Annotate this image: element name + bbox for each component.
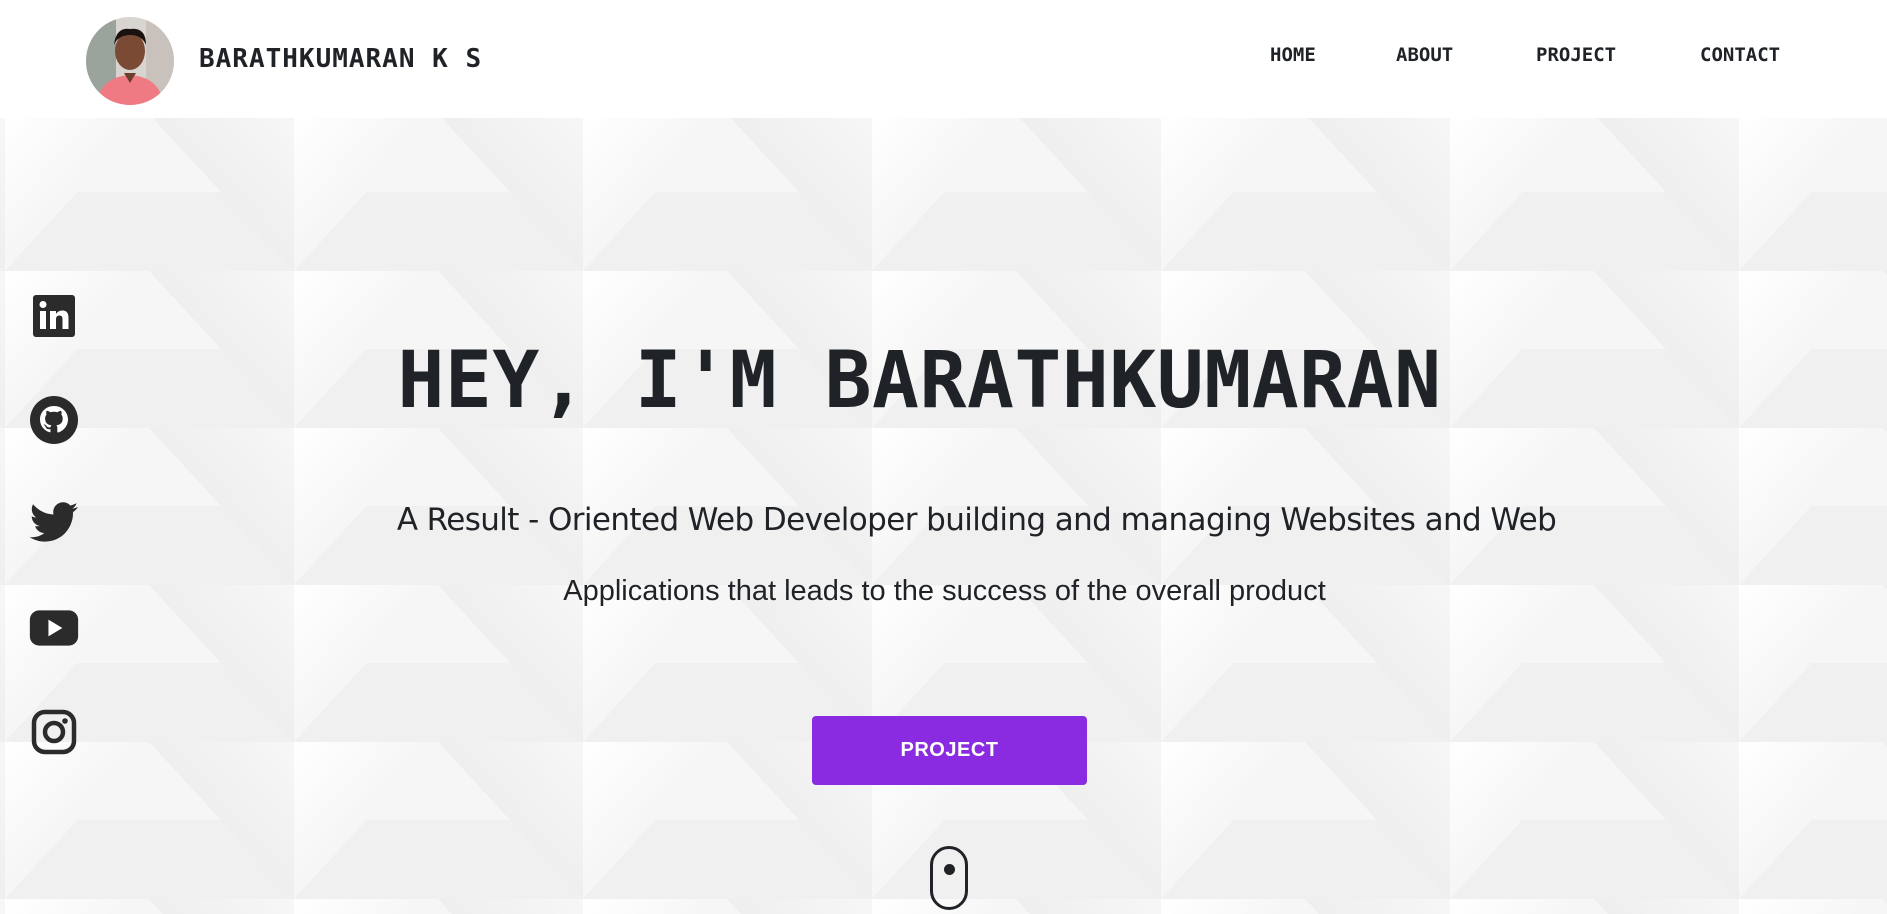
hero-section: HEY, I'M BARATHKUMARAN A Result - Orient… <box>0 118 1887 914</box>
nav-project[interactable]: PROJECT <box>1536 44 1616 66</box>
hero-headline: HEY, I'M BARATHKUMARAN <box>397 336 1442 426</box>
youtube-icon <box>29 610 79 646</box>
instagram-link[interactable] <box>28 706 80 758</box>
nav-about[interactable]: ABOUT <box>1396 44 1453 66</box>
hero-subtitle-line2: Applications that leads to the success o… <box>563 575 1326 607</box>
scroll-mouse-icon[interactable] <box>930 846 968 910</box>
hero-subtitle-line1: A Result - Oriented Web Developer buildi… <box>396 502 1557 538</box>
nav-contact[interactable]: CONTACT <box>1700 44 1780 66</box>
site-header: BARATHKUMARAN K S HOME ABOUT PROJECT CON… <box>0 0 1887 118</box>
nav-home[interactable]: HOME <box>1270 44 1316 66</box>
instagram-icon <box>31 709 77 755</box>
scroll-dot <box>944 864 955 875</box>
youtube-link[interactable] <box>28 602 80 654</box>
linkedin-icon <box>33 295 75 337</box>
main-nav: HOME ABOUT PROJECT CONTACT <box>0 44 1887 74</box>
project-button[interactable]: PROJECT <box>812 716 1087 785</box>
linkedin-link[interactable] <box>28 290 80 342</box>
